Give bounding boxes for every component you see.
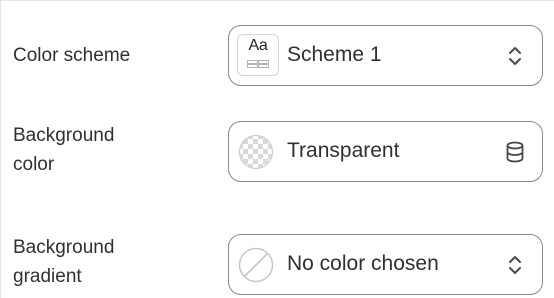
no-color-icon xyxy=(238,247,274,283)
background-color-picker[interactable]: Transparent xyxy=(228,121,543,182)
background-color-label: Background color xyxy=(13,121,114,179)
database-icon xyxy=(506,141,524,163)
color-scheme-select[interactable]: Aa Scheme 1 xyxy=(228,25,543,86)
color-scheme-label: Color scheme xyxy=(13,45,131,66)
background-gradient-label-line1: Background xyxy=(13,237,115,258)
scheme-preview-icon: Aa xyxy=(237,34,279,76)
background-gradient-label-line2: gradient xyxy=(13,266,82,287)
select-arrows-icon xyxy=(509,47,521,65)
background-color-label-line2: color xyxy=(13,154,55,175)
background-gradient-select[interactable]: No color chosen xyxy=(228,234,543,295)
background-color-label-line1: Background xyxy=(13,125,115,146)
background-gradient-label: Background gradient xyxy=(13,233,114,291)
background-color-value: Transparent xyxy=(287,139,400,162)
background-gradient-value: No color chosen xyxy=(287,252,439,275)
scheme-preview-swatches xyxy=(247,60,269,68)
scheme-preview-text: Aa xyxy=(248,37,268,54)
settings-panel: Color scheme Aa Scheme 1 Background colo… xyxy=(0,0,554,298)
select-arrows-icon xyxy=(509,256,521,274)
color-scheme-value: Scheme 1 xyxy=(287,43,382,66)
transparent-checker-icon xyxy=(238,134,274,170)
